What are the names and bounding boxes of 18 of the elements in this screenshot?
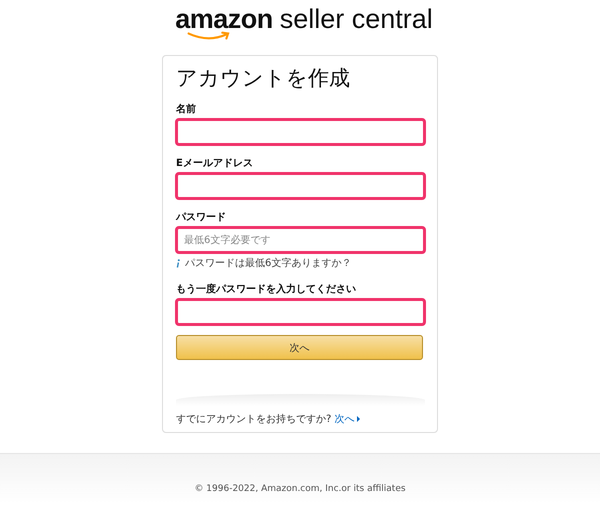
input-field[interactable] [175,118,426,146]
hint-text: パスワードは最低6文字ありますか？ [185,256,352,270]
field-label: パスワード [176,211,227,224]
input-field[interactable] [175,172,426,200]
form-title: アカウントを作成 [176,65,351,92]
product-logo-text: seller central [280,4,433,34]
next-button[interactable]: 次へ [176,335,423,360]
signin-link[interactable]: 次へ [334,412,354,426]
signin-text: すでにアカウントをお持ちですか? [176,412,332,426]
copyright-text: © 1996-2022, Amazon.com, Inc.or its affiliates [194,484,406,494]
input-field[interactable] [175,298,426,326]
field-label: Eメールアドレス [176,157,254,170]
input-field[interactable]: 最低6文字必要です [175,226,426,254]
caret-icon [357,416,360,422]
field-label: 名前 [176,102,197,116]
brand-logo-text: amazon [175,4,273,34]
info-icon [176,258,180,268]
field-label: もう一度パスワードを入力してください [176,282,357,296]
